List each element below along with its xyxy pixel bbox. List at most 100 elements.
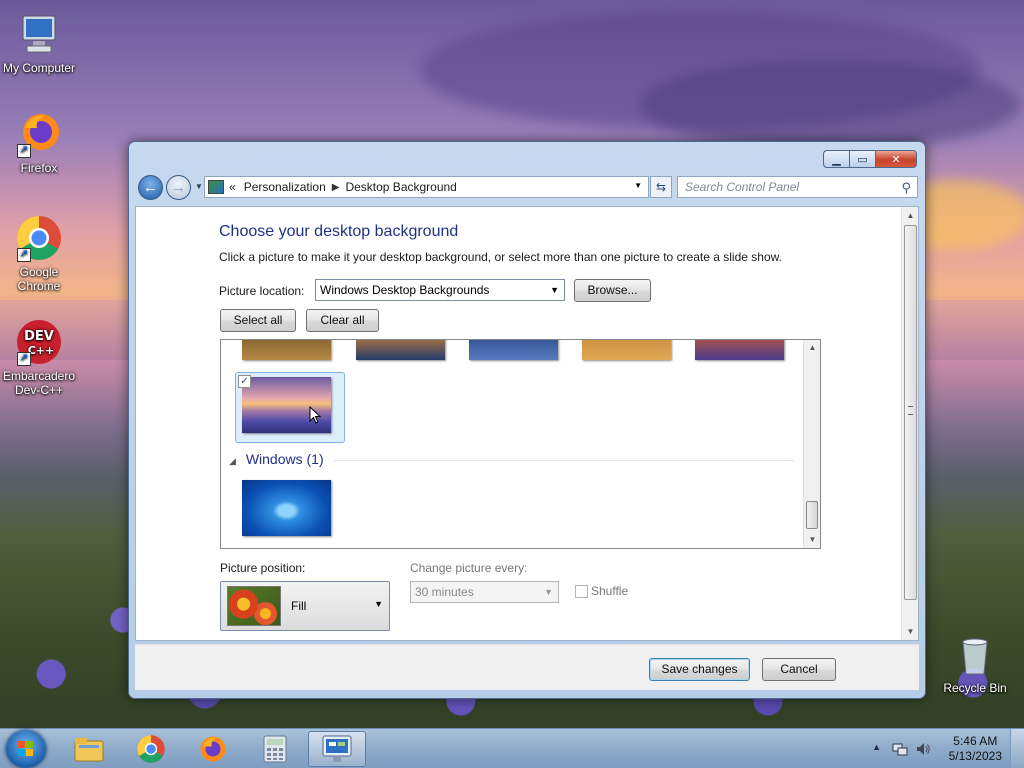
taskbar-calculator[interactable] [246,731,304,767]
volume-icon[interactable] [915,741,931,757]
desktop-icon-label: Google Chrome [17,265,61,293]
devcpp-icon: DEV C++ ↗ [15,318,63,366]
shortcut-arrow-icon: ↗ [17,352,31,366]
collapse-triangle-icon[interactable]: ◢ [229,456,236,466]
control-panel-icon [322,735,352,762]
shortcut-arrow-icon: ↗ [17,248,31,262]
chrome-icon: ↗ [15,214,63,262]
wallpaper-thumbnail[interactable] [469,340,558,360]
start-button[interactable] [6,730,46,768]
picture-position-select[interactable]: Fill ▼ [220,581,390,631]
picture-location-select[interactable]: Windows Desktop Backgrounds ▼ [315,279,565,301]
clock-date: 5/13/2023 [948,749,1002,763]
address-bar[interactable]: « Personalization ▶ Desktop Background ▼ [204,176,649,198]
show-hidden-icons-icon[interactable]: ▲ [872,742,881,752]
shuffle-checkbox[interactable] [575,585,588,598]
svg-text:C++: C++ [28,344,55,357]
desktop-icon-chrome[interactable]: ↗ Google Chrome [0,214,79,293]
taskbar-control-panel[interactable] [308,731,366,767]
desktop-icon-label: Recycle Bin [943,681,1007,695]
maximize-icon: ▭ [857,153,868,166]
window-footer: Save changes Cancel [135,644,919,690]
search-icon[interactable]: ⚲ [901,178,911,198]
forward-arrow-icon: → [171,179,186,196]
change-interval-select[interactable]: 30 minutes ▼ [410,581,559,603]
svg-text:DEV: DEV [24,329,54,344]
calculator-icon [263,735,287,763]
network-icon[interactable] [892,741,908,757]
taskbar-firefox[interactable] [184,731,242,767]
search-placeholder: Search Control Panel [685,180,800,194]
window-controls: ▁ ▭ ✕ [823,150,917,168]
mouse-cursor-icon [309,406,322,424]
wallpaper-thumbnail-windows[interactable] [242,480,331,536]
browse-button[interactable]: Browse... [574,279,651,302]
recent-pages-dropdown[interactable]: ▼ [195,182,203,191]
back-button[interactable]: ← [138,175,163,200]
desktop-icon-my-computer[interactable]: My Computer [0,10,79,75]
picture-location-label: Picture location: [219,284,305,298]
chevron-down-icon: ▼ [550,285,559,295]
gallery-scroll-thumb[interactable] [806,501,818,529]
maximize-button[interactable]: ▭ [849,150,875,168]
group-divider [333,460,795,461]
cancel-button[interactable]: Cancel [762,658,836,681]
address-prefix[interactable]: « [229,180,236,194]
page-instructions: Click a picture to make it your desktop … [219,250,782,264]
wallpaper-thumbnail[interactable] [695,340,784,360]
content-scroll-thumb[interactable] [904,225,917,600]
wallpaper-checkbox[interactable]: ✓ [238,375,251,388]
desktop-icon-devcpp[interactable]: DEV C++ ↗ Embarcadero Dev-C++ [0,318,79,397]
breadcrumb-personalization[interactable]: Personalization [244,180,326,194]
desktop-background-window: ▁ ▭ ✕ ← → ▼ « Personalization ▶ Desktop … [128,141,926,699]
select-all-button[interactable]: Select all [220,309,296,332]
refresh-button[interactable]: ⇆ [650,176,672,198]
wallpaper-thumbnail[interactable] [582,340,671,360]
chevron-down-icon: ▼ [374,599,383,609]
group-header-windows[interactable]: ◢ Windows (1) [229,451,324,467]
scroll-up-icon[interactable]: ▲ [902,207,919,224]
chrome-icon [137,735,165,763]
picture-location-value: Windows Desktop Backgrounds [320,283,490,297]
close-button[interactable]: ✕ [875,150,917,168]
clock[interactable]: 5:46 AM 5/13/2023 [949,734,1002,764]
wallpaper-thumbnail[interactable] [242,340,331,360]
desktop-icon-recycle-bin[interactable]: Recycle Bin [935,630,1015,695]
taskbar-chrome[interactable] [122,731,180,767]
folder-icon [74,738,104,762]
scroll-up-icon[interactable]: ▲ [804,340,820,356]
address-dropdown-icon[interactable]: ▼ [634,181,642,190]
picture-position-value: Fill [291,599,307,613]
minimize-icon: ▁ [832,153,841,166]
minimize-button[interactable]: ▁ [823,150,849,168]
desktop-icon-label: Embarcadero Dev-C++ [2,369,76,397]
picture-gallery: ✓ ◢ Windows (1) ▲ ▼ [220,339,821,549]
recycle-bin-icon [951,630,999,678]
page-title: Choose your desktop background [219,223,459,240]
breadcrumb-desktop-background[interactable]: Desktop Background [345,180,456,194]
search-input[interactable]: Search Control Panel ⚲ [677,176,918,198]
scroll-down-icon[interactable]: ▼ [902,623,919,640]
clear-all-button[interactable]: Clear all [306,309,379,332]
clock-time: 5:46 AM [953,734,998,748]
windows-logo-icon [18,741,34,757]
refresh-icon: ⇆ [655,180,667,194]
breadcrumb-separator-icon[interactable]: ▶ [332,182,340,193]
shuffle-label: Shuffle [591,584,629,598]
change-picture-label: Change picture every: [410,561,528,575]
wallpaper-thumbnail[interactable] [356,340,445,360]
group-title: Windows (1) [245,451,324,467]
gallery-scrollbar[interactable]: ▲ ▼ [803,340,820,548]
firefox-icon [200,736,226,762]
content-scrollbar[interactable]: ▲ ▼ [901,207,918,640]
desktop-icon-firefox[interactable]: ↗ Firefox [0,110,79,175]
desktop-icon-label: Firefox [20,161,58,175]
scroll-down-icon[interactable]: ▼ [804,532,820,548]
save-changes-button[interactable]: Save changes [649,658,750,681]
taskbar: ▲ 5:46 AM 5/13/2023 [0,728,1024,768]
content-pane: Choose your desktop background Click a p… [135,206,919,641]
picture-position-label: Picture position: [220,561,306,575]
taskbar-explorer[interactable] [60,731,118,767]
forward-button[interactable]: → [166,175,191,200]
show-desktop-button[interactable] [1010,729,1024,768]
